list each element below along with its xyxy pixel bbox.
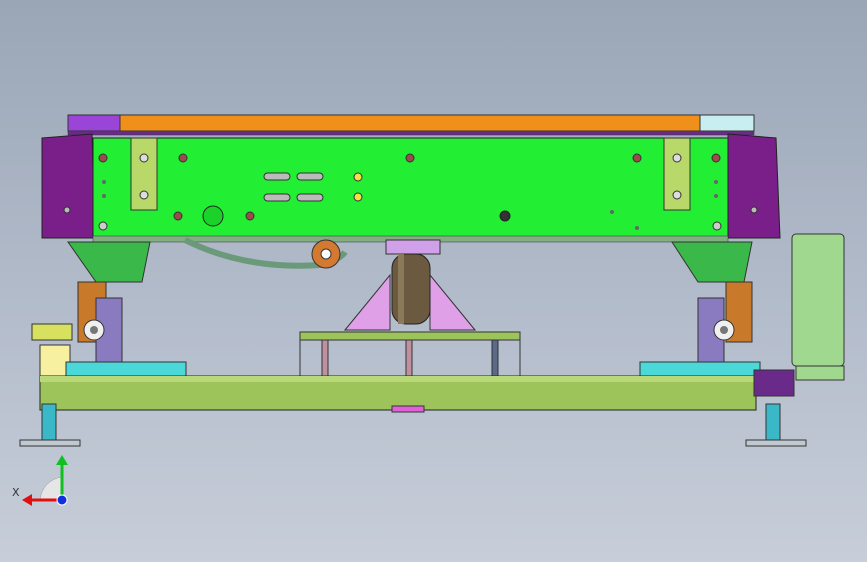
main-plate xyxy=(92,137,729,243)
z-axis-dot xyxy=(56,494,68,506)
x-axis-label: X xyxy=(12,486,20,499)
base-rail xyxy=(39,361,795,413)
belt xyxy=(183,237,348,269)
axis-triad: X xyxy=(12,455,68,506)
graphics-viewport[interactable]: X xyxy=(0,0,867,562)
top-bar xyxy=(67,114,755,136)
right-mount xyxy=(671,233,845,381)
assembly-model[interactable] xyxy=(0,0,867,562)
